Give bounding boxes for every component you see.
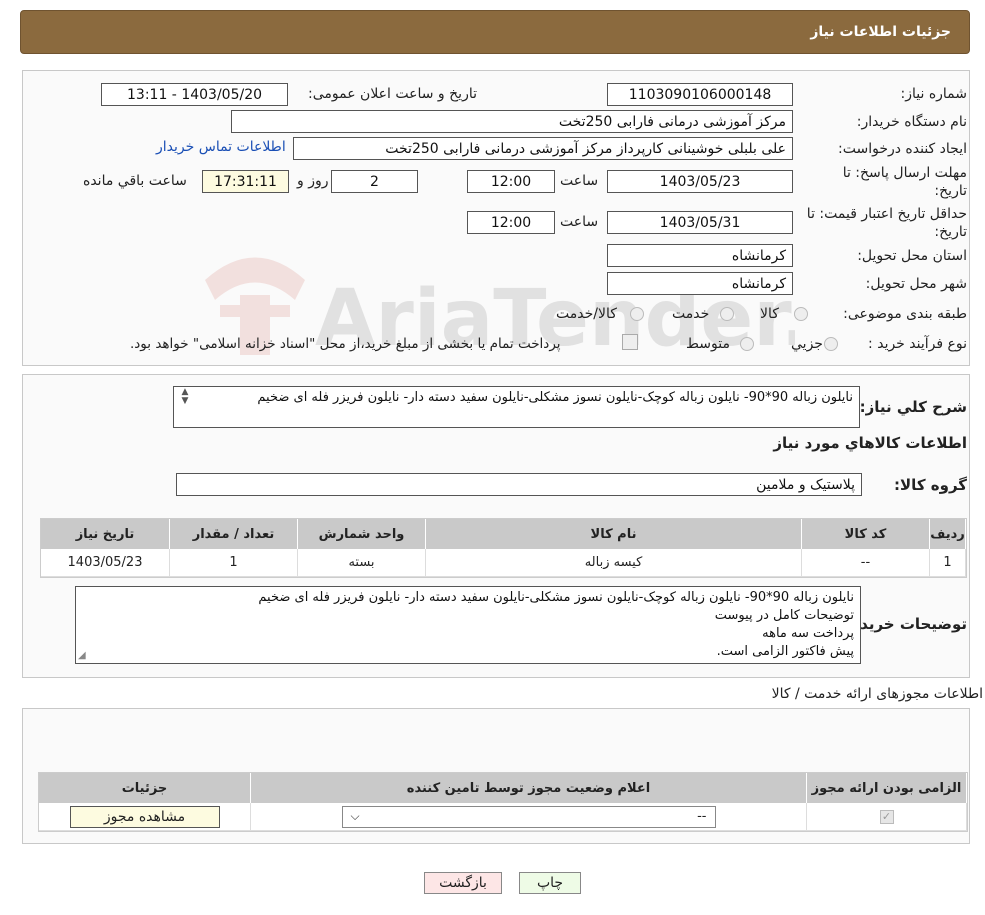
buyer-notes-line: پیش فاکتور الزامی است.: [716, 644, 854, 659]
remaining-time-field: 17:31:11: [202, 170, 289, 193]
city-field: کرمانشاه: [607, 272, 793, 295]
permit-required-cell: ✓: [807, 803, 967, 831]
category-radio-goods[interactable]: [794, 307, 808, 321]
goods-table: رديف کد کالا نام کالا واحد شمارش تعداد /…: [40, 518, 967, 578]
deadline-label-1: مهلت ارسال پاسخ: تا: [842, 165, 967, 181]
category-radio-both[interactable]: [630, 307, 644, 321]
permit-col-required: الزامی بودن ارائه مجوز: [807, 773, 967, 803]
validity-time-field: 12:00: [467, 211, 555, 234]
province-field: کرمانشاه: [607, 244, 793, 267]
chevron-down-icon: ⌵: [350, 809, 360, 823]
buyer-notes-textarea[interactable]: نایلون زباله 90*90- نایلون زباله کوچک-نا…: [75, 586, 861, 664]
col-header-quantity: تعداد / مقدار: [170, 519, 298, 549]
col-header-name: نام کالا: [426, 519, 802, 549]
permits-title: اطلاعات مجوزهای ارائه خدمت / کالا: [771, 686, 983, 702]
need-number-label: شماره نیاز:: [900, 86, 968, 102]
deadline-time-field: 12:00: [467, 170, 555, 193]
col-header-date: تاريخ نياز: [41, 519, 170, 549]
buyer-contact-link[interactable]: اطلاعات تماس خریدار: [156, 139, 286, 155]
table-cell-code: --: [802, 549, 930, 577]
purchase-option-medium: متوسط: [686, 336, 730, 352]
summary-label: شرح کلي نياز:: [859, 398, 967, 416]
validity-label-1: حداقل تاریخ اعتبار قیمت: تا: [806, 206, 967, 222]
purchase-option-minor: جزيي: [791, 336, 823, 352]
table-cell-name: کیسه زباله: [426, 549, 802, 577]
validity-date-field: 1403/05/31: [607, 211, 793, 234]
table-cell-unit: بسته: [298, 549, 426, 577]
buyer-notes-line: پرداخت سه ماهه: [762, 626, 854, 641]
days-label: روز و: [297, 173, 329, 189]
purchase-type-label: نوع فرآیند خرید :: [868, 336, 967, 352]
buyer-org-field: مرکز آموزشی درمانی فارابی 250تخت: [231, 110, 793, 133]
permit-details-cell: مشاهده مجوز: [39, 803, 251, 831]
category-label: طبقه بندی موضوعی:: [843, 306, 967, 322]
buyer-org-label: نام دستگاه خریدار:: [856, 114, 967, 130]
permit-status-value: --: [697, 809, 707, 824]
permit-col-status: اعلام وضعیت مجوز توسط تامین کننده: [251, 773, 807, 803]
table-cell-date: 1403/05/23: [41, 549, 170, 577]
deadline-label-2: تاریخ:: [934, 183, 967, 199]
back-button[interactable]: بازگشت: [424, 872, 502, 894]
validity-label-2: تاریخ:: [934, 224, 967, 240]
goods-info-title: اطلاعات کالاهاي مورد نياز: [773, 434, 967, 452]
deadline-date-field: 1403/05/23: [607, 170, 793, 193]
page-header: جزئیات اطلاعات نیاز: [20, 10, 970, 54]
col-header-code: کد کالا: [802, 519, 930, 549]
announce-label: تاریخ و ساعت اعلان عمومی:: [308, 86, 477, 102]
purchase-note: پرداخت تمام یا بخشی از مبلغ خرید،از محل …: [130, 336, 561, 352]
treasury-checkbox[interactable]: [622, 334, 638, 350]
requester-field: علی بلبلی خوشینانی کارپرداز مرکز آموزشی …: [293, 137, 793, 160]
view-permit-button[interactable]: مشاهده مجوز: [69, 805, 220, 828]
permit-status-select[interactable]: ⌵ --: [341, 805, 716, 828]
goods-group-field: پلاستیک و ملامین: [176, 473, 862, 496]
goods-group-label: گروه کالا:: [894, 476, 967, 494]
need-number-field: 1103090106000148: [607, 83, 793, 106]
requester-label: ایجاد کننده درخواست:: [838, 141, 967, 157]
announce-field: 1403/05/20 - 13:11: [101, 83, 288, 106]
buyer-notes-line: نایلون زباله 90*90- نایلون زباله کوچک-نا…: [258, 590, 854, 605]
validity-time-label: ساعت: [560, 214, 599, 230]
col-header-unit: واحد شمارش: [298, 519, 426, 549]
permit-required-checkbox[interactable]: ✓: [879, 809, 894, 824]
days-field: 2: [331, 170, 418, 193]
deadline-time-label: ساعت: [560, 173, 599, 189]
page-title: جزئیات اطلاعات نیاز: [810, 24, 951, 40]
permit-status-cell: ⌵ --: [251, 803, 807, 831]
category-radio-service[interactable]: [720, 307, 734, 321]
print-button[interactable]: چاپ: [519, 872, 581, 894]
spinner-icon[interactable]: ▲ ▼: [176, 388, 194, 408]
table-cell-quantity: 1: [170, 549, 298, 577]
province-label: استان محل تحویل:: [857, 248, 967, 264]
buyer-notes-line: توضیحات کامل در پیوست: [714, 608, 854, 623]
remaining-label: ساعت باقي مانده: [83, 173, 187, 189]
col-header-row-number: رديف: [930, 519, 966, 549]
summary-textarea[interactable]: نایلون زباله 90*90- نایلون زباله کوچک-نا…: [173, 386, 860, 428]
city-label: شهر محل تحویل:: [865, 276, 967, 292]
table-cell-row-number: 1: [930, 549, 966, 577]
category-option-goods: کالا: [760, 306, 779, 322]
purchase-radio-minor[interactable]: [824, 337, 838, 351]
category-option-both: کالا/خدمت: [556, 306, 617, 322]
purchase-radio-medium[interactable]: [740, 337, 754, 351]
permit-col-details: جزئيات: [39, 773, 251, 803]
category-option-service: خدمت: [672, 306, 710, 322]
resize-grip-icon[interactable]: ◢: [78, 650, 86, 661]
permits-table: الزامی بودن ارائه مجوز اعلام وضعیت مجوز …: [38, 772, 968, 832]
